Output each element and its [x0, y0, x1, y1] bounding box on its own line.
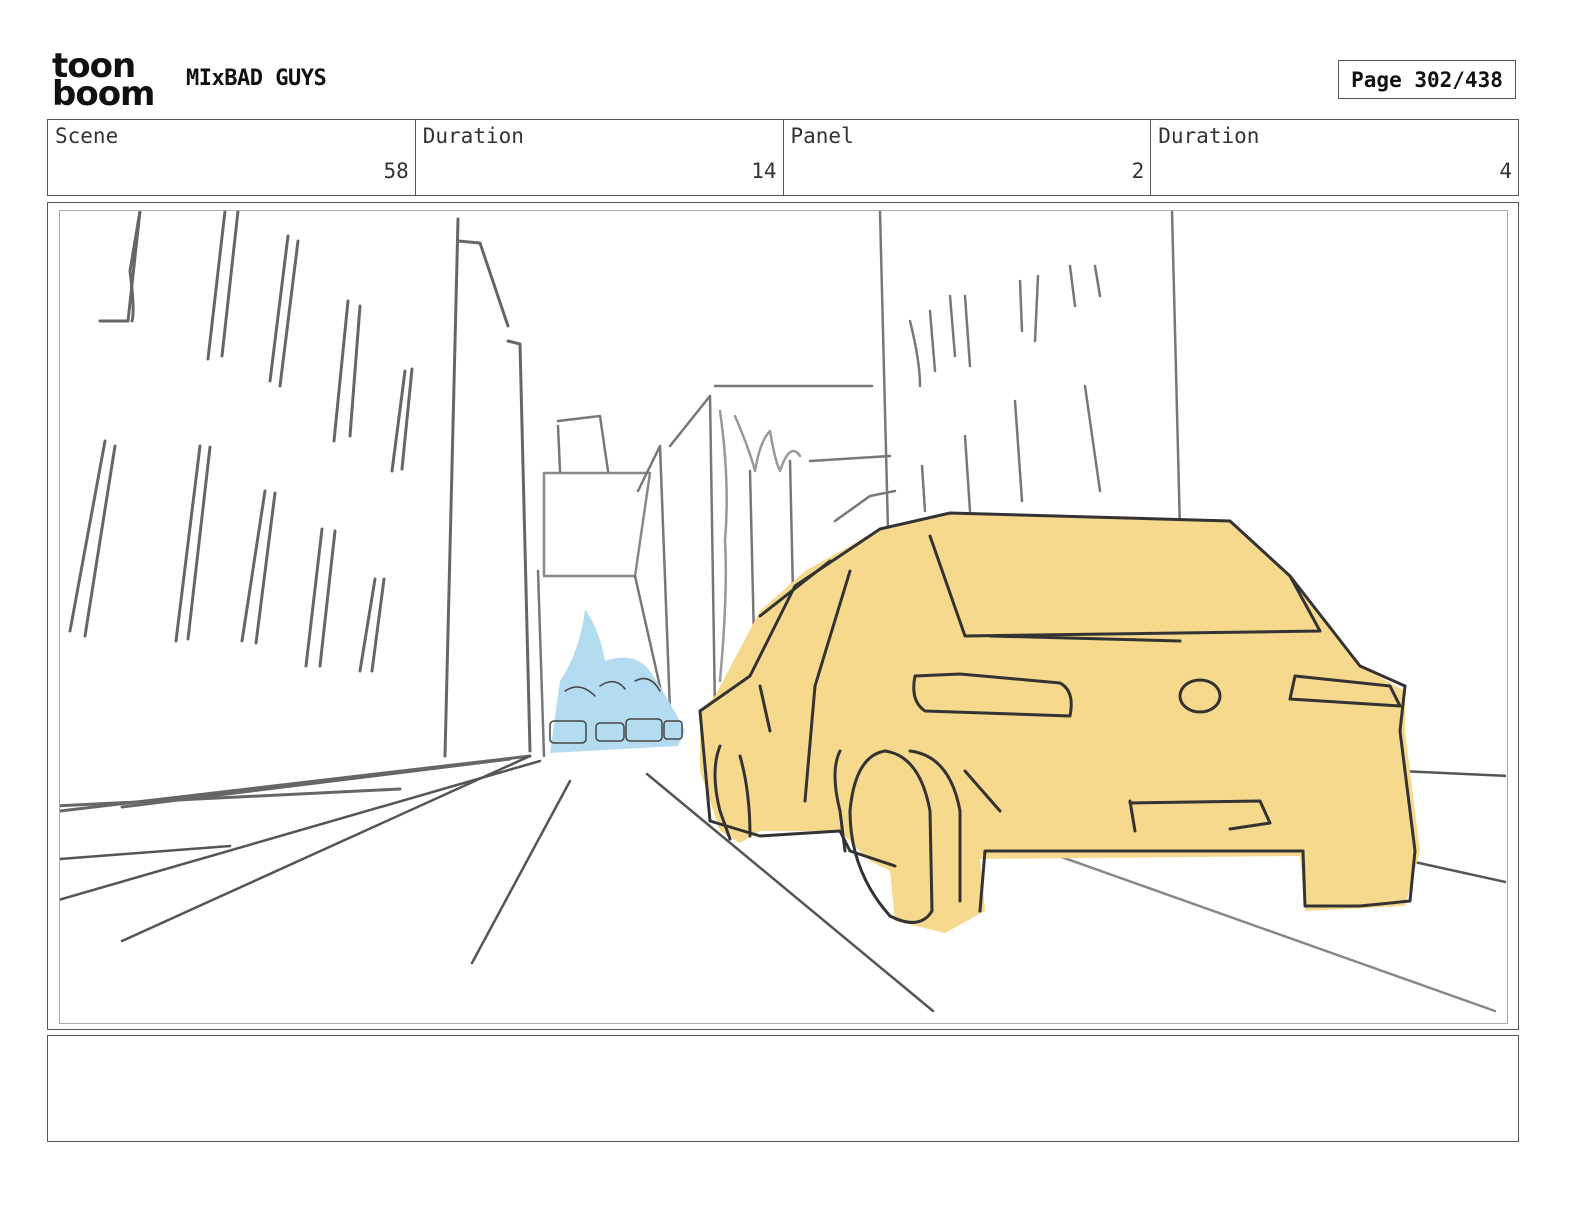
taxi-car	[698, 511, 1420, 933]
scene-label: Scene	[55, 124, 119, 148]
panel-notes-area	[47, 1035, 1519, 1142]
panel-duration-cell: Duration 4	[1151, 120, 1518, 195]
logo-text-bottom: boom	[52, 74, 155, 114]
street-sketch-drawing	[60, 211, 1506, 1013]
page-indicator: Page 302/438	[1338, 60, 1516, 99]
toon-boom-logo: toon boom	[52, 49, 164, 114]
scene-duration-value: 14	[751, 159, 777, 183]
scene-info-row: Scene 58 Duration 14 Panel 2 Duration 4	[47, 119, 1519, 196]
panel-label: Panel	[790, 124, 854, 148]
distant-traffic	[549, 609, 685, 753]
panel-cell: Panel 2	[784, 120, 1152, 195]
storyboard-panel-image	[59, 210, 1508, 1024]
scene-duration-cell: Duration 14	[416, 120, 784, 195]
scene-cell: Scene 58	[48, 120, 416, 195]
left-buildings	[60, 211, 532, 813]
panel-duration-label: Duration	[1158, 124, 1260, 148]
panel-value: 2	[1131, 159, 1145, 183]
scene-duration-label: Duration	[422, 124, 524, 148]
page-number: Page 302/438	[1351, 67, 1503, 92]
scene-value: 58	[383, 159, 409, 183]
project-title: MIxBAD GUYS	[186, 66, 327, 91]
storyboard-panel-frame	[47, 202, 1519, 1030]
panel-duration-value: 4	[1499, 159, 1512, 183]
